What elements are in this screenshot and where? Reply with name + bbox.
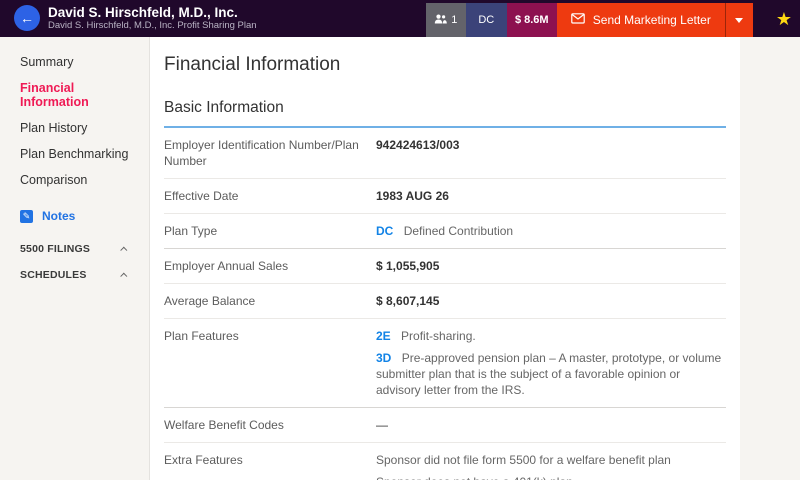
row-value: Sponsor did not file form 5500 for a wel… — [376, 452, 726, 480]
row-label: Plan Type — [164, 223, 376, 239]
extra-feature-line: Sponsor did not file form 5500 for a wel… — [376, 452, 726, 468]
sidebar-section-schedules[interactable]: SCHEDULES — [0, 263, 149, 287]
table-row-employer-annual-sales: Employer Annual Sales $ 1,055,905 — [164, 249, 726, 284]
row-label: Average Balance — [164, 293, 376, 309]
pencil-icon: ✎ — [20, 210, 33, 223]
table-row-plan-features: Plan Features 2E Profit-sharing. 3D Pre-… — [164, 319, 726, 408]
sidebar-item-summary[interactable]: Summary — [0, 51, 149, 73]
table-row-welfare-benefit-codes: Welfare Benefit Codes — — [164, 408, 726, 443]
sidebar-item-notes[interactable]: ✎ Notes — [0, 205, 149, 227]
row-value: $ 8,607,145 — [376, 293, 726, 309]
row-label: Extra Features — [164, 452, 376, 480]
plan-type-code: DC — [376, 224, 393, 238]
send-marketing-letter-button[interactable]: Send Marketing Letter — [557, 3, 725, 37]
assets-chip: $ 8.6M — [507, 3, 557, 37]
participants-count: 1 — [451, 14, 457, 26]
row-label: Employer Identification Number/Plan Numb… — [164, 137, 376, 169]
row-label: Employer Annual Sales — [164, 258, 376, 274]
table-row-plan-type: Plan Type DC Defined Contribution — [164, 214, 726, 249]
row-value: DC Defined Contribution — [376, 223, 726, 239]
sidebar-section-5500-filings[interactable]: 5500 FILINGS — [0, 237, 149, 261]
row-label: Welfare Benefit Codes — [164, 417, 376, 433]
row-value: $ 1,055,905 — [376, 258, 726, 274]
plan-type-description: Defined Contribution — [404, 224, 513, 238]
plan-title-block: David S. Hirschfeld, M.D., Inc. David S.… — [48, 0, 257, 37]
feature-code: 2E — [376, 329, 391, 343]
plan-subtitle: David S. Hirschfeld, M.D., Inc. Profit S… — [48, 20, 257, 32]
row-label: Effective Date — [164, 188, 376, 204]
sidebar-item-plan-benchmarking[interactable]: Plan Benchmarking — [0, 143, 149, 165]
feature-code: 3D — [376, 351, 391, 365]
feature-description: Pre-approved pension plan – A master, pr… — [376, 351, 721, 397]
sidebar: Summary Financial Information Plan Histo… — [0, 37, 150, 480]
row-value: 942424613/003 — [376, 137, 726, 169]
row-value: 1983 AUG 26 — [376, 188, 726, 204]
chevron-up-icon — [120, 246, 127, 253]
participants-icon — [434, 14, 447, 27]
sidebar-item-financial-information[interactable]: Financial Information — [0, 77, 149, 113]
row-value: 2E Profit-sharing. 3D Pre-approved pensi… — [376, 328, 726, 398]
feature-description: Profit-sharing. — [401, 329, 476, 343]
table-row-ein: Employer Identification Number/Plan Numb… — [164, 128, 726, 179]
plan-type-chip: DC — [466, 3, 507, 37]
chevron-down-icon — [735, 18, 743, 23]
plan-feature: 3D Pre-approved pension plan – A master,… — [376, 350, 726, 398]
sidebar-item-plan-history[interactable]: Plan History — [0, 117, 149, 139]
section-title-basic-information: Basic Information — [164, 99, 726, 128]
table-row-effective-date: Effective Date 1983 AUG 26 — [164, 179, 726, 214]
top-bar: ← David S. Hirschfeld, M.D., Inc. David … — [0, 0, 800, 37]
favorite-star-button[interactable]: ★ — [768, 10, 800, 28]
plan-feature: 2E Profit-sharing. — [376, 328, 726, 344]
participants-chip: 1 — [426, 3, 466, 37]
row-value: — — [376, 417, 726, 433]
row-label: Plan Features — [164, 328, 376, 398]
marketing-letter-dropdown-button[interactable] — [725, 3, 753, 37]
table-row-extra-features: Extra Features Sponsor did not file form… — [164, 443, 726, 480]
table-row-average-balance: Average Balance $ 8,607,145 — [164, 284, 726, 319]
company-title: David S. Hirschfeld, M.D., Inc. — [48, 5, 257, 20]
top-bar-right: 1 DC $ 8.6M Send Marketing Letter ★ — [426, 0, 800, 37]
sidebar-item-comparison[interactable]: Comparison — [0, 169, 149, 191]
back-button[interactable]: ← — [14, 5, 40, 31]
extra-feature-line: Sponsor does not have a 401(k) plan — [376, 474, 726, 480]
page-title: Financial Information — [164, 37, 726, 76]
section-schedules-label: SCHEDULES — [20, 269, 87, 281]
section-5500-filings-label: 5500 FILINGS — [20, 243, 90, 255]
notes-label: Notes — [42, 209, 75, 223]
chevron-up-icon — [120, 272, 127, 279]
envelope-icon — [571, 13, 585, 27]
send-marketing-letter-label: Send Marketing Letter — [593, 13, 711, 27]
main-content: Financial Information Basic Information … — [150, 37, 740, 480]
